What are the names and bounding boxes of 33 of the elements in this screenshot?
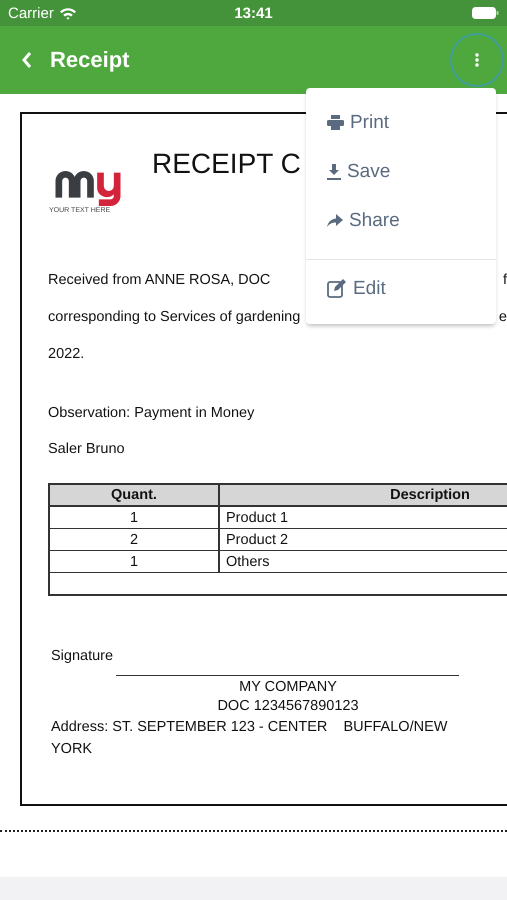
receipt-text: 2022.	[48, 346, 84, 362]
receipt-text: f	[502, 272, 507, 288]
menu-item[interactable]: Save	[306, 147, 496, 196]
chevron-left-icon	[22, 52, 32, 68]
menu-item[interactable]: Share	[306, 196, 496, 245]
address-text: Address: ST. SEPTEMBER 123 - CENTER BUFFALO/NEW YORK	[51, 718, 448, 759]
menu-item[interactable]: Edit	[306, 264, 496, 313]
observation-text: Observation: Payment in Money	[48, 405, 256, 421]
more-vertical-icon	[475, 53, 479, 67]
download-icon	[327, 164, 341, 180]
table-cell: 1	[49, 506, 219, 528]
receipt-text: corresponding to Services of gardening	[48, 309, 300, 325]
printer-icon	[327, 115, 344, 130]
receipt-text: e	[498, 309, 507, 325]
carrier-name: Carrier	[8, 4, 54, 22]
wifi-icon	[58, 6, 77, 20]
menu-item[interactable]: Print	[306, 98, 496, 147]
column-header: Description	[219, 484, 507, 506]
receipt-title: RECEIPT C	[152, 148, 301, 180]
status-time: 13:41	[234, 4, 273, 22]
company-name: MY COMPANY	[238, 679, 338, 695]
nav-title: Receipt	[50, 47, 130, 73]
edit-icon	[327, 279, 347, 298]
receipt-text: Received from ANNE ROSA, DOC	[48, 272, 270, 288]
column-header: Quant.	[49, 484, 219, 506]
battery-icon	[472, 7, 499, 19]
document-number: DOC 1234567890123	[216, 698, 360, 714]
back-button[interactable]	[22, 52, 32, 68]
table-cell: 2	[49, 528, 219, 550]
signature-label: Signature	[51, 648, 114, 664]
share-arrow-icon	[327, 214, 343, 227]
saler-text: Saler Bruno	[48, 441, 126, 457]
table-cell: 1	[49, 550, 219, 572]
